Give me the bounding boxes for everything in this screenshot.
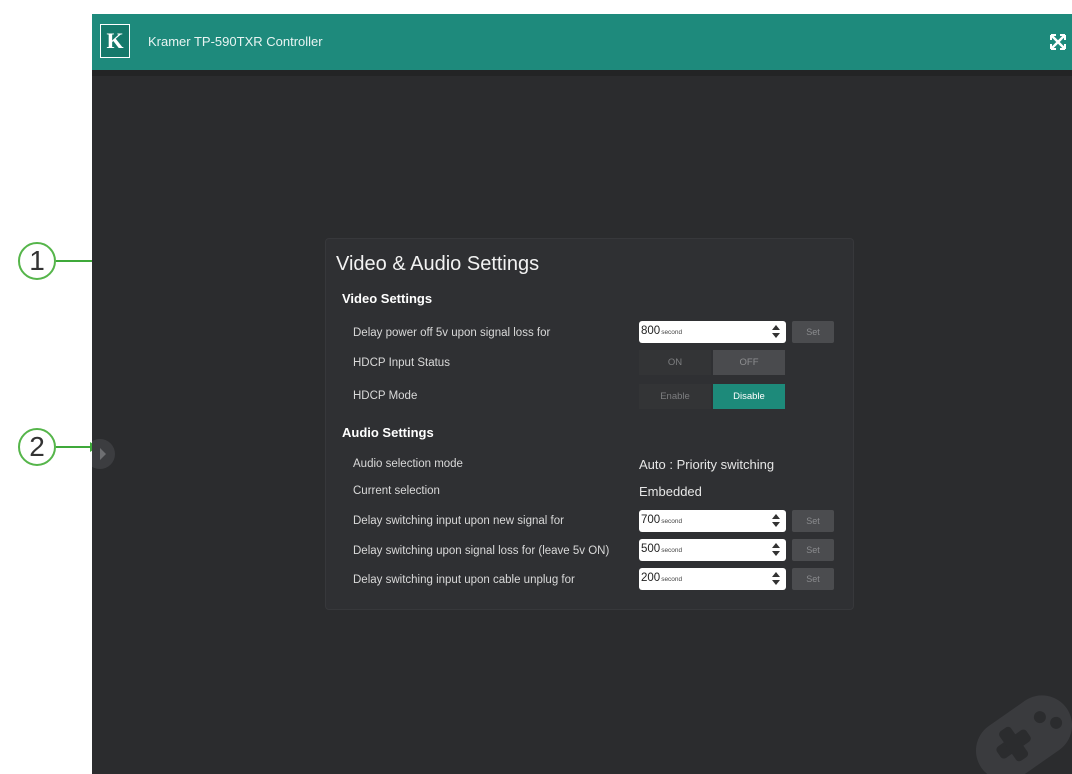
unit-label: second — [661, 547, 683, 554]
delay-signal-loss-value: 500 — [641, 543, 661, 555]
callout-1: 1 — [18, 242, 56, 280]
hdcp-mode-disable-button[interactable]: Disable — [713, 384, 785, 409]
audio-settings-heading: Audio Settings — [342, 425, 434, 440]
app-window: K Kramer TP-590TXR Controller Video & Au… — [92, 14, 1072, 774]
hdcp-mode-enable-button[interactable]: Enable — [639, 384, 711, 409]
callout-2-arrow-line — [56, 446, 92, 448]
callout-2: 2 — [18, 428, 56, 466]
hdcp-input-off-option: OFF — [713, 350, 785, 375]
video-settings-heading: Video Settings — [342, 291, 433, 306]
kramer-logo: K — [100, 24, 130, 58]
stepper-arrows-icon[interactable] — [772, 571, 780, 587]
delay-signal-loss-stepper[interactable]: 500second — [639, 539, 786, 561]
sidebar-toggle-button[interactable] — [92, 439, 115, 469]
delay-new-signal-value: 700 — [641, 514, 661, 526]
hdcp-mode-toggle[interactable]: Enable Disable — [639, 384, 785, 409]
delay-new-signal-set-button[interactable]: Set — [792, 510, 834, 532]
unit-label: second — [661, 518, 683, 525]
delay-new-signal-label: Delay switching input upon new signal fo… — [353, 515, 564, 527]
app-title: Kramer TP-590TXR Controller — [148, 34, 323, 49]
delay-signal-loss-label: Delay switching upon signal loss for (le… — [353, 545, 610, 557]
fullscreen-icon[interactable] — [1048, 32, 1068, 52]
delay-cable-unplug-stepper[interactable]: 200second — [639, 568, 786, 590]
logo-letter: K — [106, 28, 124, 53]
delay-cable-unplug-value: 200 — [641, 572, 661, 584]
audio-selection-mode-label: Audio selection mode — [353, 458, 463, 470]
hdcp-input-status-label: HDCP Input Status — [353, 357, 450, 369]
panel-title: Video & Audio Settings — [336, 253, 540, 275]
title-bar: K Kramer TP-590TXR Controller — [92, 14, 1072, 70]
stepper-arrows-icon[interactable] — [772, 542, 780, 558]
delay-power-off-stepper[interactable]: 800second — [639, 321, 786, 343]
delay-cable-unplug-set-button[interactable]: Set — [792, 568, 834, 590]
delay-signal-loss-set-button[interactable]: Set — [792, 539, 834, 561]
delay-cable-unplug-label: Delay switching input upon cable unplug … — [353, 574, 575, 586]
video-audio-settings-panel: Video & Audio Settings Video Settings De… — [325, 238, 854, 610]
hdcp-input-on-option: ON — [639, 350, 711, 375]
delay-power-off-set-button[interactable]: Set — [792, 321, 834, 343]
delay-power-off-label: Delay power off 5v upon signal loss for — [353, 327, 551, 339]
stepper-arrows-icon[interactable] — [772, 324, 780, 340]
title-shadow — [92, 70, 1072, 76]
hdcp-mode-label: HDCP Mode — [353, 390, 418, 402]
gamepad-watermark-icon — [975, 695, 1072, 774]
delay-new-signal-stepper[interactable]: 700second — [639, 510, 786, 532]
current-selection-label: Current selection — [353, 485, 440, 497]
unit-label: second — [661, 329, 683, 336]
chevron-right-icon — [100, 448, 106, 460]
stepper-arrows-icon[interactable] — [772, 513, 780, 529]
hdcp-input-status-toggle: ON OFF — [639, 350, 785, 375]
current-selection-value: Embedded — [639, 484, 702, 499]
delay-power-off-value: 800 — [641, 325, 661, 337]
audio-selection-mode-value: Auto : Priority switching — [639, 457, 775, 472]
unit-label: second — [661, 576, 683, 583]
